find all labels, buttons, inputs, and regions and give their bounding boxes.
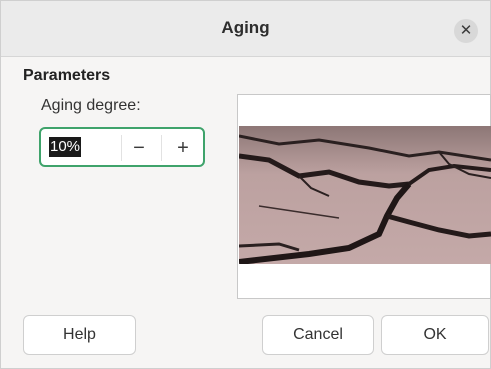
aging-degree-spinbox[interactable]: 10% − + — [39, 127, 205, 167]
cancel-button[interactable]: Cancel — [262, 315, 374, 355]
spin-separator — [161, 135, 162, 161]
decrement-button[interactable]: − — [121, 131, 157, 165]
help-button[interactable]: Help — [23, 315, 136, 355]
dialog-title: Aging — [221, 18, 270, 37]
aging-degree-label: Aging degree: — [41, 97, 141, 114]
title-bar: Aging ✕ — [1, 1, 490, 57]
close-button[interactable]: ✕ — [454, 19, 478, 43]
increment-button[interactable]: + — [165, 131, 201, 165]
aged-image-preview — [239, 126, 491, 264]
ok-button[interactable]: OK — [381, 315, 489, 355]
preview-pane — [237, 94, 491, 299]
parameters-heading: Parameters — [23, 67, 111, 84]
aging-dialog: Aging ✕ Parameters Aging degree: 10% − + — [0, 0, 491, 369]
aging-degree-value[interactable]: 10% — [49, 137, 82, 157]
close-icon: ✕ — [459, 22, 473, 39]
